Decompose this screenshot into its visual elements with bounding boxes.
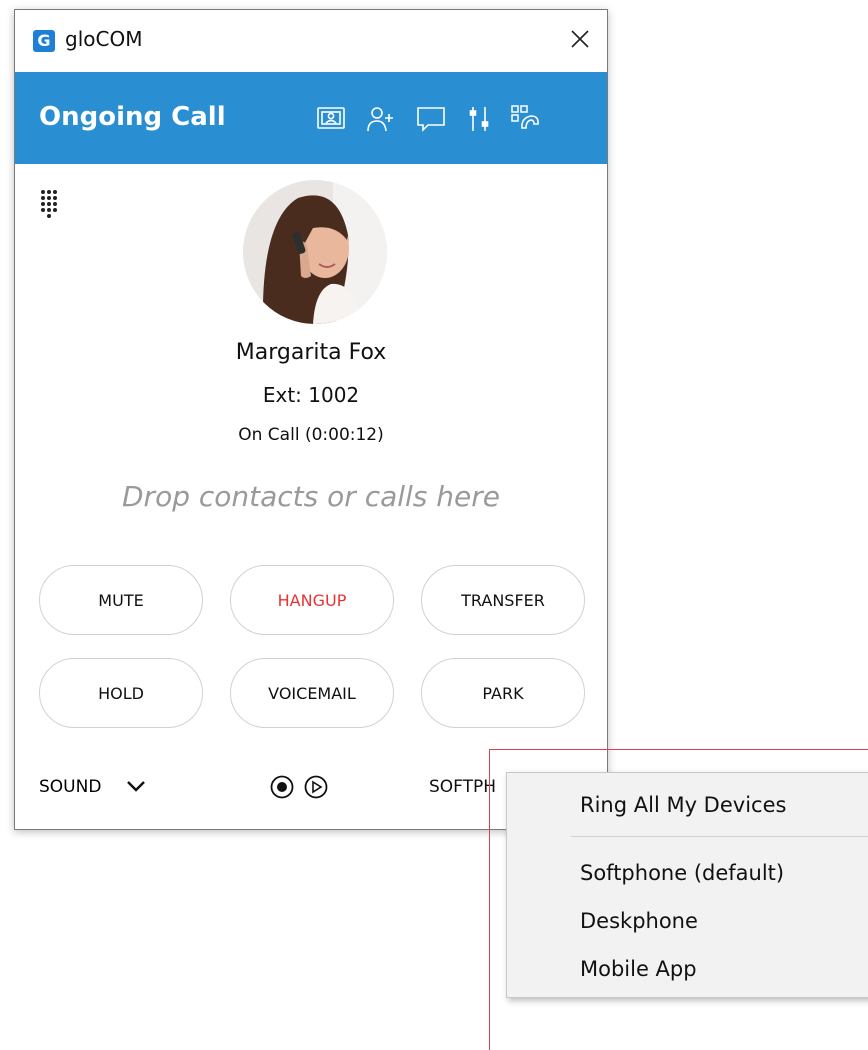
add-contact-icon[interactable] (363, 102, 399, 136)
menu-item-ring-all[interactable]: Ring All My Devices (580, 793, 786, 817)
park-button[interactable]: PARK (421, 658, 585, 728)
hold-button[interactable]: HOLD (39, 658, 203, 728)
sound-dropdown[interactable]: SOUND (39, 773, 149, 803)
avatar (243, 180, 387, 324)
mute-button[interactable]: MUTE (39, 565, 203, 635)
menu-separator (571, 836, 868, 837)
close-icon[interactable] (565, 24, 595, 54)
settings-sliders-icon[interactable] (461, 102, 497, 136)
transfer-button[interactable]: TRANSFER (421, 565, 585, 635)
drop-zone[interactable]: Drop contacts or calls here (15, 480, 607, 513)
call-status: On Call (0:00:12) (238, 425, 384, 445)
contact-name: Margarita Fox (235, 340, 387, 365)
menu-item-mobile-app[interactable]: Mobile App (580, 957, 697, 981)
glocom-logo-icon: G (33, 30, 55, 52)
contact-extension: Ext: 1002 (262, 383, 360, 407)
window-title: gloCOM (65, 27, 143, 51)
device-menu: Ring All My Devices Softphone (default) … (506, 772, 868, 998)
screen-share-icon[interactable] (313, 102, 349, 136)
menu-item-softphone[interactable]: Softphone (default) (580, 861, 784, 885)
title-bar[interactable]: G gloCOM (15, 10, 607, 72)
menu-item-deskphone[interactable]: Deskphone (580, 909, 698, 933)
chevron-down-icon (127, 781, 145, 792)
voicemail-button[interactable]: VOICEMAIL (230, 658, 394, 728)
call-window: G gloCOM Ongoing Call Margarita Fox Ext:… (14, 9, 608, 830)
chat-icon[interactable] (413, 102, 449, 136)
sound-label: SOUND (39, 777, 102, 797)
call-pickup-icon[interactable] (507, 102, 543, 136)
device-selector[interactable]: SOFTPH (429, 777, 496, 797)
hangup-button[interactable]: HANGUP (230, 565, 394, 635)
play-icon[interactable] (303, 774, 329, 800)
call-header: Ongoing Call (15, 72, 607, 164)
dialpad-icon[interactable] (39, 188, 65, 228)
record-icon[interactable] (269, 774, 295, 800)
page-title: Ongoing Call (39, 102, 226, 132)
